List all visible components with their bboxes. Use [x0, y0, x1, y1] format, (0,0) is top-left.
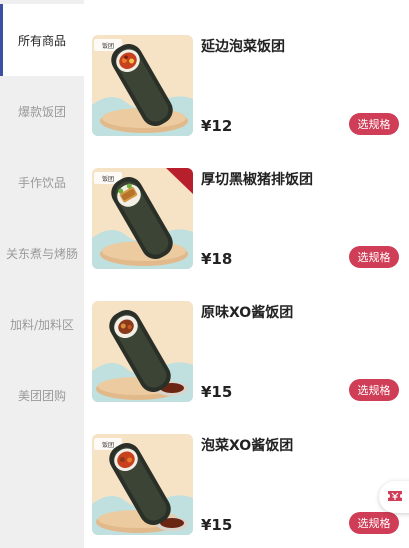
- category-sidebar: 所有商品 爆款饭团 手作饮品 关东煮与烤肠 加料/加料区 美团团购: [0, 0, 84, 548]
- category-all-products[interactable]: 所有商品: [0, 4, 84, 76]
- category-label: 加料/加料区: [9, 317, 75, 332]
- product-name: 原味XO酱饭团: [201, 305, 294, 321]
- brand-tag: 饭团: [102, 42, 114, 50]
- select-spec-button[interactable]: 选规格: [349, 113, 399, 135]
- category-add-ons[interactable]: 加料/加料区: [0, 288, 84, 360]
- product-item[interactable]: 原味XO酱饭团 ¥15 选规格: [84, 301, 409, 434]
- product-price: ¥15: [201, 516, 233, 534]
- category-hot-rice-rolls[interactable]: 爆款饭团: [0, 75, 84, 147]
- xo-sauce-rice-roll-image: [92, 301, 193, 402]
- select-spec-button[interactable]: 选规格: [349, 246, 399, 268]
- category-label: 关东煮与烤肠: [5, 246, 78, 261]
- select-spec-button[interactable]: 选规格: [349, 379, 399, 401]
- kimchi-rice-roll-image: 饭团: [92, 35, 193, 136]
- category-label: 手作饮品: [17, 175, 66, 190]
- category-label: 所有商品: [17, 33, 66, 48]
- coupon-float-button[interactable]: [379, 481, 409, 513]
- product-price: ¥18: [201, 250, 233, 268]
- kimchi-xo-rice-roll-image: 饭团: [92, 434, 193, 535]
- brand-tag: 饭团: [102, 175, 114, 183]
- product-item[interactable]: 饭团 延边泡菜饭团 ¥12 选规格: [84, 35, 409, 168]
- product-list: 饭团 延边泡菜饭团 ¥12 选规格 饭团 厚切黑椒猪排饭团 ¥18 选规格 原味…: [84, 0, 409, 548]
- category-meituan-group-buy[interactable]: 美团团购: [0, 359, 84, 431]
- product-name: 泡菜XO酱饭团: [201, 438, 294, 454]
- category-label: 爆款饭团: [17, 104, 66, 119]
- category-oden-sausage[interactable]: 关东煮与烤肠: [0, 217, 84, 289]
- product-price: ¥15: [201, 383, 233, 401]
- product-item[interactable]: 饭团 厚切黑椒猪排饭团 ¥18 选规格: [84, 168, 409, 301]
- coupon-icon: [387, 488, 403, 507]
- category-handmade-drinks[interactable]: 手作饮品: [0, 146, 84, 218]
- select-spec-button[interactable]: 选规格: [349, 512, 399, 534]
- product-price: ¥12: [201, 117, 233, 135]
- product-name: 延边泡菜饭团: [201, 39, 285, 55]
- brand-tag: 饭团: [102, 441, 114, 449]
- pork-cutlet-rice-roll-image: 饭团: [92, 168, 193, 269]
- product-item[interactable]: 饭团 泡菜XO酱饭团 ¥15 选规格: [84, 434, 409, 548]
- product-name: 厚切黑椒猪排饭团: [201, 172, 313, 188]
- category-label: 美团团购: [17, 388, 66, 403]
